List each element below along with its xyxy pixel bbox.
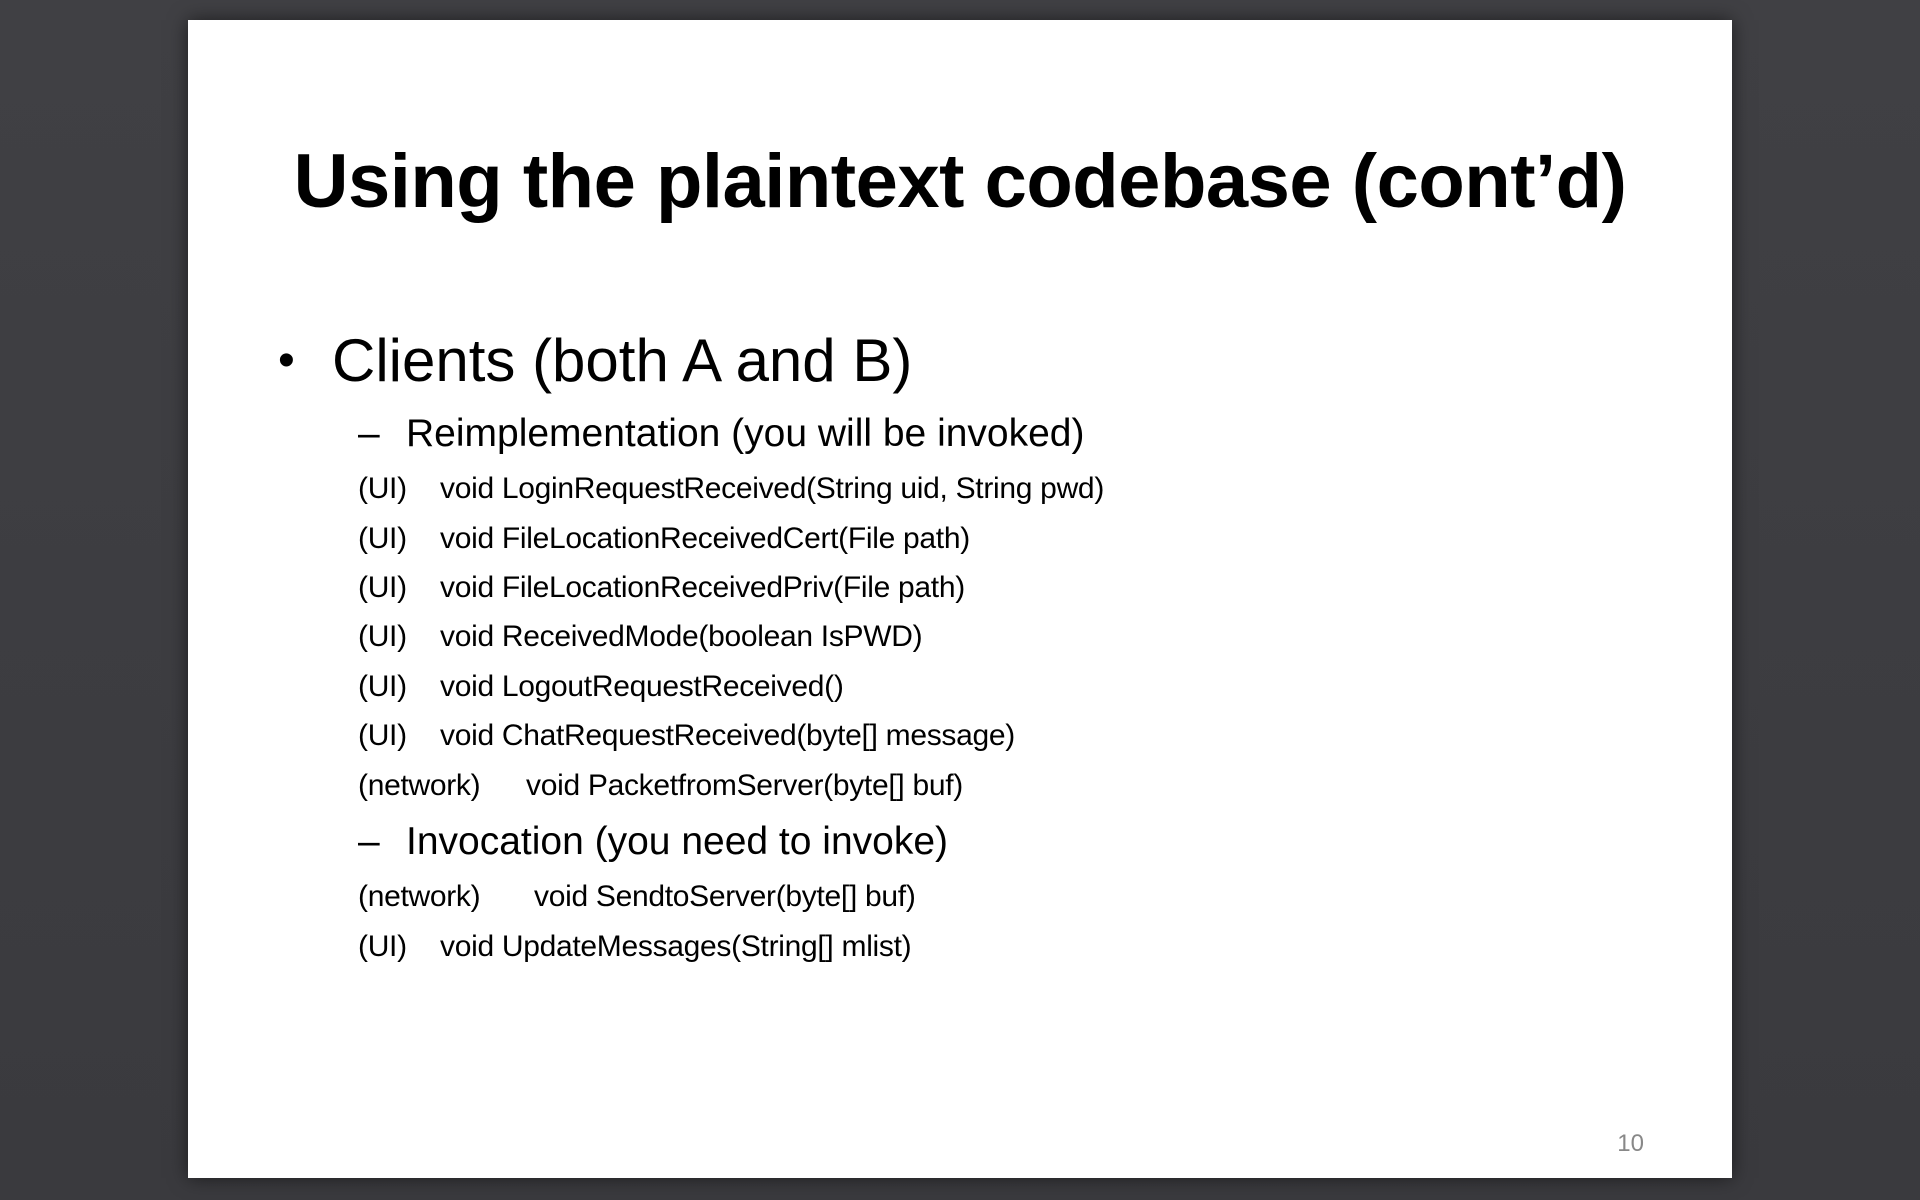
method-line: (UI) void FileLocationReceivedCert(File p… — [358, 522, 970, 556]
method-tag: (UI) — [358, 620, 407, 653]
method-tag: (UI) — [358, 719, 407, 752]
method-signature: void LogoutRequestReceived() — [440, 670, 844, 703]
method-tag: (network) — [358, 880, 481, 913]
method-tag: (UI) — [358, 522, 407, 555]
bullet-clients: • Clients (both A and B) — [278, 326, 912, 395]
method-line: (UI) void LogoutRequestReceived() — [358, 670, 844, 704]
slide: Using the plaintext codebase (cont’d) • … — [188, 20, 1732, 1178]
sub-heading-reimplementation: – Reimplementation (you will be invoked) — [358, 412, 1084, 456]
bullet-marker: • — [278, 334, 295, 387]
method-line: (UI) void UpdateMessages(String[] mlist) — [358, 930, 912, 964]
method-signature: void LoginRequestReceived(String uid, St… — [440, 472, 1105, 505]
method-signature: void SendtoServer(byte[] buf) — [534, 880, 916, 913]
method-line: (network) void PacketfromServer(byte[] bu… — [358, 769, 963, 803]
method-tag: (UI) — [358, 930, 407, 963]
method-line: (UI) void FileLocationReceivedPriv(File p… — [358, 571, 965, 605]
sub-heading-text: Reimplementation (you will be invoked) — [406, 412, 1085, 455]
dash-marker: – — [358, 820, 380, 863]
method-line: (network) void SendtoServer(byte[] buf) — [358, 880, 916, 914]
method-signature: void ChatRequestReceived(byte[] message) — [440, 719, 1015, 752]
method-line: (UI) void LoginRequestReceived(String uid… — [358, 472, 1104, 506]
slide-title: Using the plaintext codebase (cont’d) — [293, 139, 1627, 224]
bullet-text: Clients (both A and B) — [332, 327, 913, 394]
method-tag: (network) — [358, 769, 481, 802]
page-number: 10 — [1617, 1130, 1644, 1157]
method-tag: (UI) — [358, 670, 407, 703]
method-signature: void FileLocationReceivedPriv(File path) — [440, 571, 965, 604]
sub-heading-invocation: – Invocation (you need to invoke) — [358, 820, 948, 864]
method-signature: void ReceivedMode(boolean IsPWD) — [440, 620, 923, 653]
method-tag: (UI) — [358, 472, 407, 505]
method-signature: void FileLocationReceivedCert(File path) — [440, 522, 970, 555]
method-line: (UI) void ChatRequestReceived(byte[] mess… — [358, 719, 1015, 753]
dash-marker: – — [358, 412, 380, 455]
method-signature: void PacketfromServer(byte[] buf) — [526, 769, 963, 802]
presentation-viewer: Using the plaintext codebase (cont’d) • … — [0, 0, 1920, 1200]
method-signature: void UpdateMessages(String[] mlist) — [440, 930, 912, 963]
sub-heading-text: Invocation (you need to invoke) — [406, 820, 949, 863]
method-line: (UI) void ReceivedMode(boolean IsPWD) — [358, 620, 923, 654]
method-tag: (UI) — [358, 571, 407, 604]
